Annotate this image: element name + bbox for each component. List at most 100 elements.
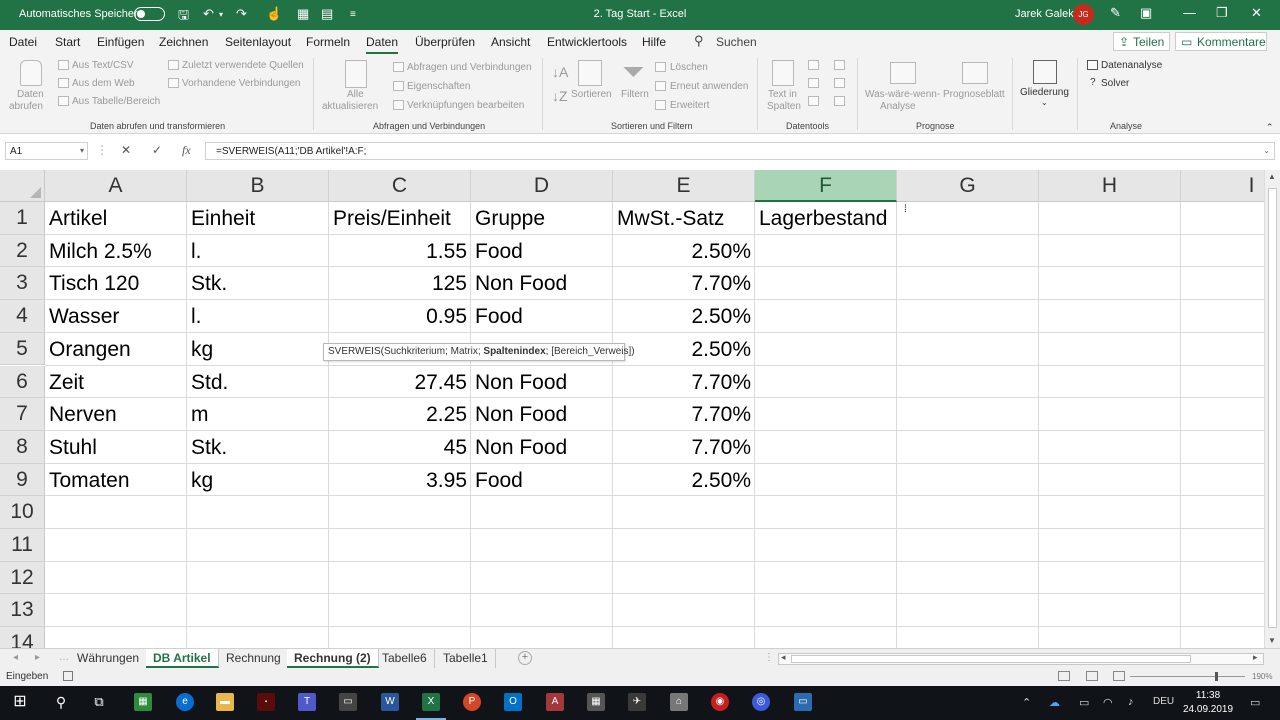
outline-dropdown-icon[interactable]: ⌄ [1041, 98, 1048, 107]
clock[interactable]: 11:38 24.09.2019 [1183, 689, 1233, 717]
existing-connections[interactable]: Vorhandene Verbindungen [182, 78, 300, 89]
select-all-corner[interactable] [0, 170, 45, 202]
sheet-tab-tabelle6[interactable]: Tabelle6 [375, 649, 435, 668]
page-break-view-icon[interactable] [1113, 671, 1125, 681]
cell-f1[interactable]: Lagerbestand [755, 202, 897, 234]
row-header-1[interactable]: 1 [0, 202, 45, 235]
cell-d4[interactable]: Food [471, 300, 613, 332]
forecast-sheet-icon[interactable] [962, 62, 988, 84]
tab-einfügen[interactable]: Einfügen [97, 35, 144, 49]
wifi-icon[interactable]: ◠ [1103, 696, 1113, 709]
row-header-5[interactable]: 5 [0, 332, 45, 366]
excel-icon[interactable]: X [422, 693, 440, 711]
cell-a5[interactable]: Orangen [45, 333, 187, 365]
column-header-g[interactable]: G [897, 170, 1039, 202]
app-icon-7[interactable]: ◎ [752, 693, 770, 711]
teams-icon[interactable]: T [298, 693, 316, 711]
column-header-i[interactable]: I [1181, 170, 1264, 202]
refresh-all-label[interactable]: Alle [347, 89, 364, 100]
cell-d8[interactable]: Non Food [471, 431, 613, 463]
scroll-up-icon[interactable]: ▲ [1268, 172, 1276, 181]
cell-b8[interactable]: Stk. [187, 431, 329, 463]
cell-d3[interactable]: Non Food [471, 267, 613, 299]
row-header-8[interactable]: 8 [0, 430, 45, 464]
app-icon-6[interactable]: ◉ [711, 693, 729, 711]
app-icon-3[interactable]: ▭ [339, 693, 357, 711]
cell-b2[interactable]: l. [187, 235, 329, 267]
sort-az-icon[interactable]: ↓A [552, 64, 568, 80]
tab-datei[interactable]: Datei [9, 35, 37, 49]
cell-e6[interactable]: 7.70% [613, 366, 755, 398]
consolidate-icon[interactable] [834, 60, 845, 70]
horizontal-scroll-thumb[interactable] [791, 655, 1191, 663]
file-explorer-icon[interactable]: ▬ [216, 693, 234, 711]
user-name[interactable]: Jarek Galek [1015, 8, 1074, 20]
cell-d1[interactable]: Gruppe [471, 202, 613, 234]
row-header-9[interactable]: 9 [0, 463, 45, 497]
cell-b3[interactable]: Stk. [187, 267, 329, 299]
text-to-columns-label[interactable]: Text in [768, 89, 797, 100]
search-icon[interactable]: ⚲ [694, 33, 704, 49]
row-header-2[interactable]: 2 [0, 234, 45, 268]
outline-icon[interactable] [1033, 60, 1057, 84]
cell-e1[interactable]: MwSt.-Satz [613, 202, 755, 234]
cell-a1[interactable]: Artikel [45, 202, 187, 234]
cancel-icon[interactable]: ✕ [121, 143, 131, 157]
refresh-all-label-2[interactable]: aktualisieren [322, 101, 378, 112]
scroll-down-icon[interactable]: ▼ [1268, 636, 1276, 645]
zoom-slider[interactable] [1130, 676, 1245, 677]
cell-e3[interactable]: 7.70% [613, 267, 755, 299]
row-header-14[interactable]: 14 [0, 627, 45, 648]
text-to-columns-icon[interactable] [772, 60, 794, 86]
cell-d6[interactable]: Non Food [471, 366, 613, 398]
column-header-h[interactable]: H [1039, 170, 1181, 202]
powerpoint-icon[interactable]: P [463, 693, 481, 711]
ribbon-display-icon[interactable]: ▣ [1140, 5, 1152, 21]
cell-a2[interactable]: Milch 2.5% [45, 235, 187, 267]
row-header-11[interactable]: 11 [0, 529, 45, 562]
tab-überprüfen[interactable]: Überprüfen [415, 35, 475, 49]
tab-zeichnen[interactable]: Zeichnen [159, 35, 208, 49]
row-header-7[interactable]: 7 [0, 398, 45, 431]
cell-c2[interactable]: 1.55 [329, 235, 471, 267]
reapply-filter[interactable]: Erneut anwenden [670, 81, 748, 92]
tab-entwicklertools[interactable]: Entwicklertools [547, 35, 627, 49]
data-validation-icon[interactable] [808, 96, 819, 106]
enter-icon[interactable]: ✓ [152, 143, 162, 157]
cell-c3[interactable]: 125 [329, 267, 471, 299]
outlook-icon[interactable]: O [504, 693, 522, 711]
from-text-csv[interactable]: Aus Text/CSV [72, 60, 134, 71]
search-label[interactable]: Suchen [716, 35, 757, 49]
solver[interactable]: Solver [1101, 78, 1129, 89]
column-header-c[interactable]: C [329, 170, 471, 202]
tab-daten[interactable]: Daten [366, 35, 399, 54]
volume-icon[interactable]: ♪ [1128, 696, 1134, 708]
column-header-e[interactable]: E [613, 170, 755, 202]
cell-b5[interactable]: kg [187, 333, 329, 365]
formula-input[interactable]: =SVERWEIS(A11;'DB Artikel'!A:F; ⌄ [205, 142, 1275, 160]
sort-icon[interactable] [578, 60, 602, 86]
close-icon[interactable]: ✕ [1251, 5, 1262, 21]
sheet-overflow-icon[interactable]: … [59, 652, 69, 663]
cell-b1[interactable]: Einheit [187, 202, 329, 234]
row-header-13[interactable]: 13 [0, 594, 45, 628]
recent-sources[interactable]: Zuletzt verwendete Quellen [182, 60, 304, 71]
what-if-label[interactable]: Was-wäre-wenn- [865, 89, 940, 100]
cell-a4[interactable]: Wasser [45, 300, 187, 332]
queries-connections[interactable]: Abfragen und Verbindungen [407, 62, 532, 73]
tab-formeln[interactable]: Formeln [306, 35, 350, 49]
spreadsheet-grid[interactable]: A B C D E F G H I 1 2 3 4 5 6 7 8 9 10 11 12 13 14 Artikel Einhe… [0, 170, 1264, 648]
properties[interactable]: Eigenschaften [407, 81, 470, 92]
tab-hilfe[interactable]: Hilfe [642, 35, 666, 49]
collapse-ribbon-icon[interactable]: ⌃ [1266, 122, 1274, 133]
sheet-tab-rechnung[interactable]: Rechnung [219, 649, 289, 668]
what-if-label-2[interactable]: Analyse [880, 101, 916, 112]
cell-a3[interactable]: Tisch 120 [45, 267, 187, 299]
filter-button[interactable]: Filtern [621, 89, 649, 100]
cell-c6[interactable]: 27.45 [329, 366, 471, 398]
remove-duplicates-icon[interactable] [808, 78, 819, 88]
filter-icon[interactable]: ⏷ [622, 56, 644, 89]
access-icon[interactable]: A [546, 693, 564, 711]
word-icon[interactable]: W [381, 693, 399, 711]
cell-a8[interactable]: Stuhl [45, 431, 187, 463]
